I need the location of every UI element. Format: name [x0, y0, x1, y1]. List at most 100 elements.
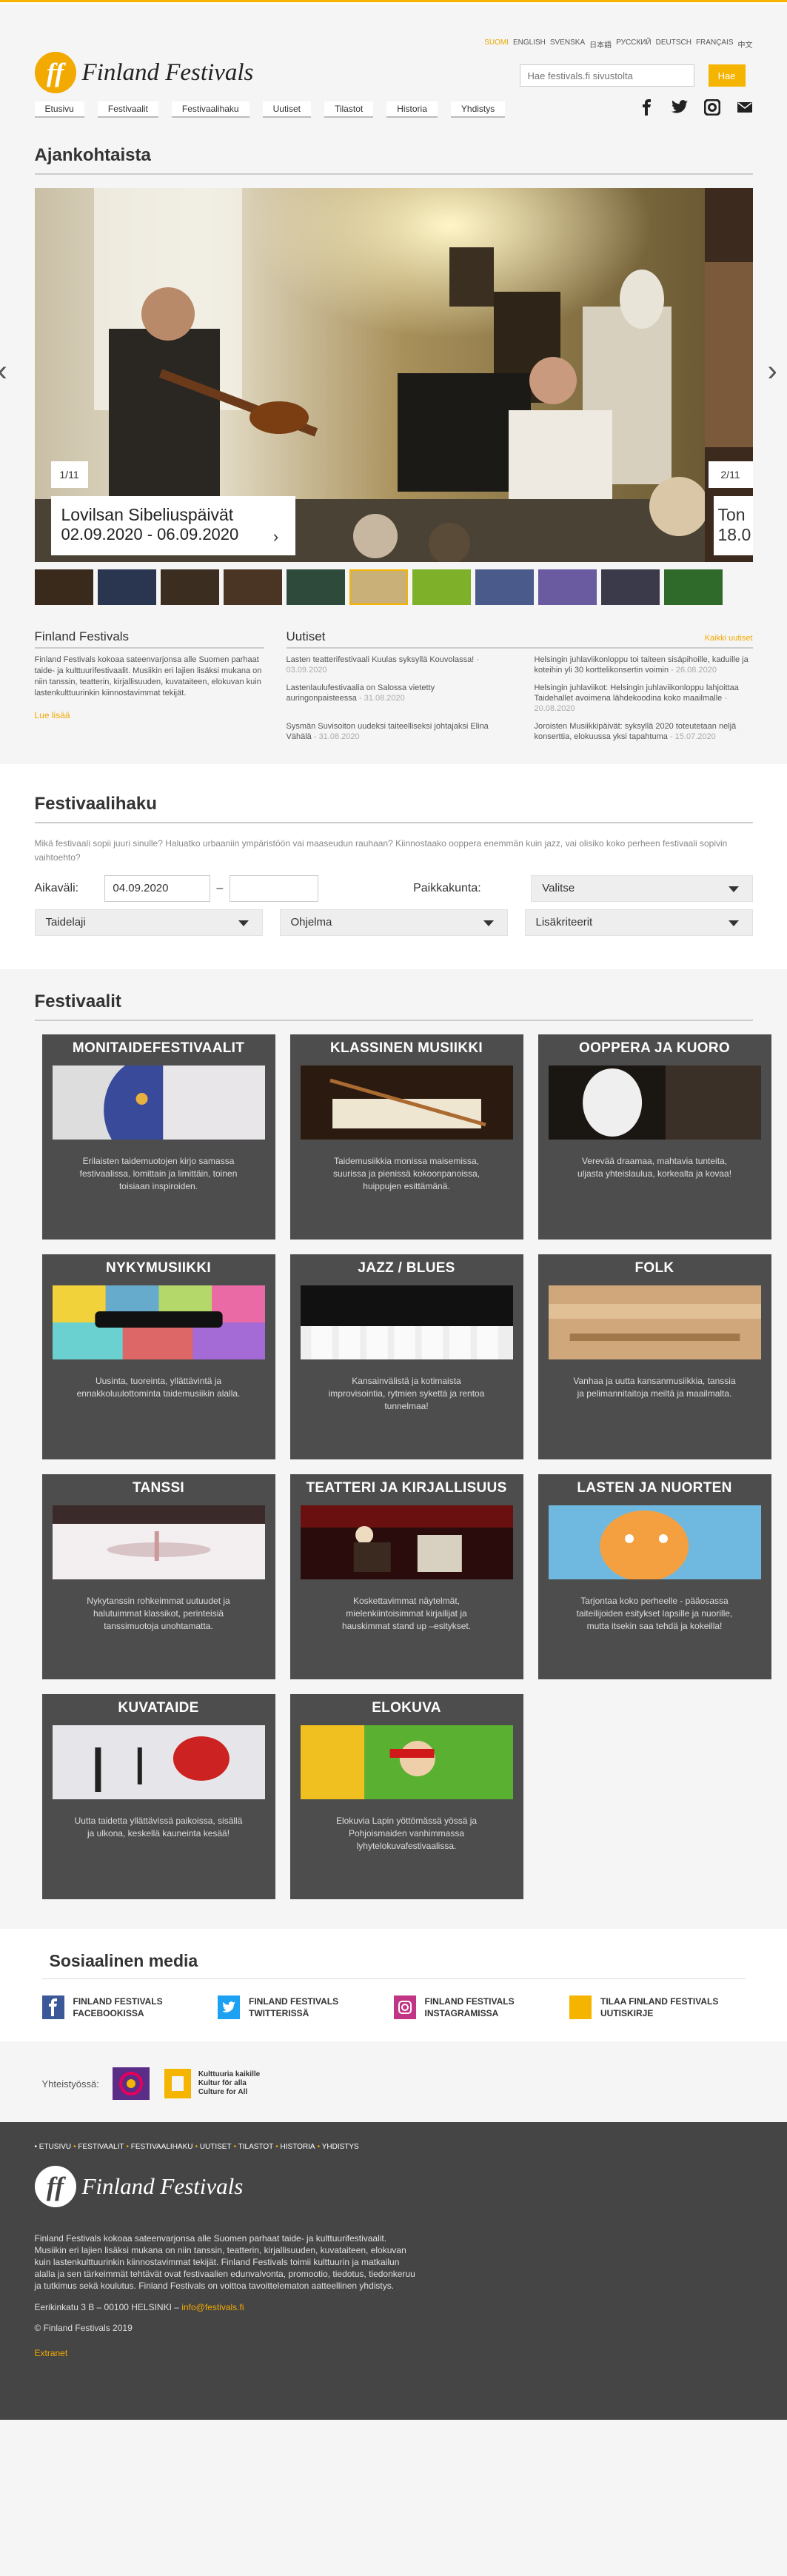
- news-item[interactable]: Lasten teatterifestivaali Kuulas syksyll…: [287, 655, 505, 675]
- category-image: [300, 1285, 513, 1359]
- festival-category-card[interactable]: TEATTERI JA KIRJALLISUUS Koskettavimmat n…: [289, 1474, 523, 1679]
- partners: Yhteistyössä: Kulttuuria kaikille Kultur…: [35, 2041, 753, 2122]
- main-nav: Etusivu Festivaalit Festivaalihaku Uutis…: [34, 101, 506, 118]
- category-image: [300, 1725, 513, 1799]
- read-more-link[interactable]: Lue lisää: [35, 710, 264, 720]
- festival-category-card[interactable]: FOLK Vanhaa ja uutta kansanmusiikkia, tan…: [537, 1254, 771, 1459]
- chevron-left-icon: ‹: [0, 355, 7, 387]
- email-icon[interactable]: [737, 99, 753, 116]
- twitter-icon: [218, 1995, 240, 2019]
- lang-de[interactable]: DEUTSCH: [656, 39, 691, 50]
- slider-thumbnail[interactable]: [537, 569, 597, 605]
- nav-item-tilastot[interactable]: Tilastot: [324, 101, 374, 118]
- slider-thumbnail[interactable]: [349, 569, 408, 605]
- slider-thumbnail[interactable]: [412, 569, 471, 605]
- festival-category-card[interactable]: KUVATAIDE Uutta taidetta yllättävissä pai…: [41, 1694, 275, 1899]
- slider-thumbnail[interactable]: [663, 569, 723, 605]
- info-section: Finland Festivals Finland Festivals koko…: [34, 629, 753, 742]
- footer-email-link[interactable]: info@festivals.fi: [181, 2302, 244, 2312]
- festival-category-card[interactable]: ELOKUVA Elokuvia Lapin yöttömässä yössä j…: [289, 1694, 523, 1899]
- footer-nav-item[interactable]: • FESTIVAALIHAKU: [126, 2143, 192, 2151]
- news-item[interactable]: Helsingin juhlaviikot: Helsingin juhlavi…: [535, 683, 753, 714]
- slider-thumbnail[interactable]: [97, 569, 156, 605]
- next-slide-caption[interactable]: Ton 18.0: [713, 496, 753, 555]
- date-dash: –: [216, 882, 224, 894]
- festival-category-card[interactable]: MONITAIDEFESTIVAALIT Erilaisten taidemuot…: [41, 1034, 275, 1240]
- lang-zh[interactable]: 中文: [738, 39, 753, 50]
- slider-next-button[interactable]: ›: [768, 355, 777, 388]
- site-logo[interactable]: ff Finland Festivals: [34, 52, 253, 93]
- festival-search-intro: Mikä festivaali sopii juuri sinulle? Hal…: [34, 838, 728, 863]
- festival-search-title: Festivaalihaku: [34, 794, 753, 823]
- nav-item-uutiset[interactable]: Uutiset: [262, 101, 311, 118]
- footer-nav-label: FESTIVAALIHAKU: [130, 2143, 193, 2151]
- social-link[interactable]: FINLAND FESTIVALS INSTAGRAMISSA: [393, 1995, 570, 2019]
- nav-item-historia[interactable]: Historia: [386, 101, 438, 118]
- nav-item-etusivu[interactable]: Etusivu: [34, 101, 84, 118]
- date-range-label: Aikaväli:: [34, 882, 79, 894]
- art-form-select[interactable]: Taidelaji: [34, 909, 263, 936]
- culture-for-all-logo[interactable]: Kulttuuria kaikille Kultur för alla Cult…: [163, 2067, 260, 2100]
- social-link[interactable]: TILAA FINLAND FESTIVALS UUTISKIRJE: [569, 1995, 746, 2019]
- slider-thumbnail[interactable]: [34, 569, 93, 605]
- more-filters-select[interactable]: Lisäkriteerit: [524, 909, 753, 936]
- footer-nav-item[interactable]: • HISTORIA: [275, 2143, 315, 2151]
- category-description: Erilaisten taidemuotojen kirjo samassa f…: [79, 1156, 238, 1191]
- lang-sv[interactable]: SVENSKA: [550, 39, 585, 50]
- festival-category-card[interactable]: NYKYMUSIIKKI Uusinta, tuoreinta, yllättäv…: [41, 1254, 275, 1459]
- slider-thumbnail[interactable]: [223, 569, 282, 605]
- category-description: Verevää draamaa, mahtavia tunteita, ulja…: [577, 1156, 732, 1179]
- nav-item-festivaalit[interactable]: Festivaalit: [97, 101, 158, 118]
- footer-nav-item[interactable]: • YHDISTYS: [318, 2143, 359, 2151]
- footer-nav-label: FESTIVAALIT: [78, 2143, 124, 2151]
- news-item[interactable]: Helsingin juhlaviikonloppu toi taiteen s…: [535, 655, 753, 675]
- footer-nav-item[interactable]: • UUTISET: [195, 2143, 231, 2151]
- lang-fi[interactable]: SUOMI: [484, 39, 509, 50]
- festival-category-card[interactable]: KLASSINEN MUSIIKKI Taidemusiikkia monissa…: [289, 1034, 523, 1240]
- slider-thumbnail[interactable]: [600, 569, 660, 605]
- festival-category-card[interactable]: TANSSI Nykytanssin rohkeimmat uutuudet ja…: [41, 1474, 275, 1679]
- end-date-input[interactable]: [229, 875, 319, 902]
- festival-category-card[interactable]: OOPPERA JA KUORO Verevää draamaa, mahtavi…: [537, 1034, 771, 1240]
- lang-ja[interactable]: 日本語: [589, 39, 612, 50]
- facebook-icon[interactable]: [639, 99, 655, 116]
- twitter-icon[interactable]: [671, 99, 688, 116]
- culture-line3: Culture for All: [198, 2088, 248, 2096]
- culture-line2: Kultur för alla: [198, 2079, 247, 2087]
- social-link[interactable]: FINLAND FESTIVALS TWITTERISSÄ: [218, 1995, 394, 2019]
- instagram-icon[interactable]: [703, 98, 720, 116]
- slider-thumbnail[interactable]: [286, 569, 345, 605]
- slide-open-button[interactable]: ›: [256, 518, 295, 555]
- news-item[interactable]: Lastenlaulufestivaalia on Salossa vietet…: [287, 683, 505, 714]
- festival-category-card[interactable]: LASTEN JA NUORTEN Tarjontaa koko perheell…: [537, 1474, 771, 1679]
- category-description: Taidemusiikkia monissa maisemissa, suuri…: [332, 1156, 480, 1191]
- footer-nav-item[interactable]: • ETUSIVU: [35, 2143, 72, 2151]
- lang-en[interactable]: ENGLISH: [513, 39, 546, 50]
- extranet-link[interactable]: Extranet: [35, 2348, 753, 2358]
- all-news-link[interactable]: Kaikki uutiset: [705, 629, 753, 644]
- nav-item-yhdistys[interactable]: Yhdistys: [450, 101, 506, 118]
- search-button[interactable]: Hae: [708, 64, 746, 87]
- category-title: MONITAIDEFESTIVAALIT: [72, 1040, 245, 1056]
- start-date-input[interactable]: 04.09.2020: [104, 875, 211, 902]
- lang-ru[interactable]: РУССКИЙ: [616, 39, 651, 50]
- slider-thumbnail[interactable]: [475, 569, 534, 605]
- category-image: [52, 1505, 265, 1579]
- city-select[interactable]: Valitse: [531, 875, 753, 902]
- address-text: Eerikinkatu 3 B – 00100 HELSINKI –: [34, 2302, 179, 2312]
- lang-fr[interactable]: FRANÇAIS: [696, 39, 734, 50]
- news-item[interactable]: Joroisten Musiikkipäivät: syksyllä 2020 …: [535, 721, 753, 742]
- category-description: Koskettavimmat näytelmät, mielenkiintois…: [341, 1596, 472, 1631]
- news-item[interactable]: Sysmän Suvisoiton uudeksi taiteelliseksi…: [287, 721, 505, 742]
- footer-nav-item[interactable]: • FESTIVAALIT: [73, 2143, 124, 2151]
- search-input[interactable]: [519, 64, 694, 87]
- slider-prev-button[interactable]: ‹: [0, 355, 7, 388]
- footer-nav-item[interactable]: • TILASTOT: [234, 2143, 274, 2151]
- city-label: Paikkakunta:: [413, 882, 481, 894]
- slider-thumbnail[interactable]: [160, 569, 219, 605]
- program-select[interactable]: Ohjelma: [279, 909, 508, 936]
- nav-item-festivaalihaku[interactable]: Festivaalihaku: [171, 101, 250, 118]
- festival-category-card[interactable]: JAZZ / BLUES Kansainvälistä ja kotimaista…: [289, 1254, 523, 1459]
- efa-logo[interactable]: [112, 2067, 150, 2100]
- social-link[interactable]: FINLAND FESTIVALS FACEBOOKISSA: [41, 1995, 218, 2019]
